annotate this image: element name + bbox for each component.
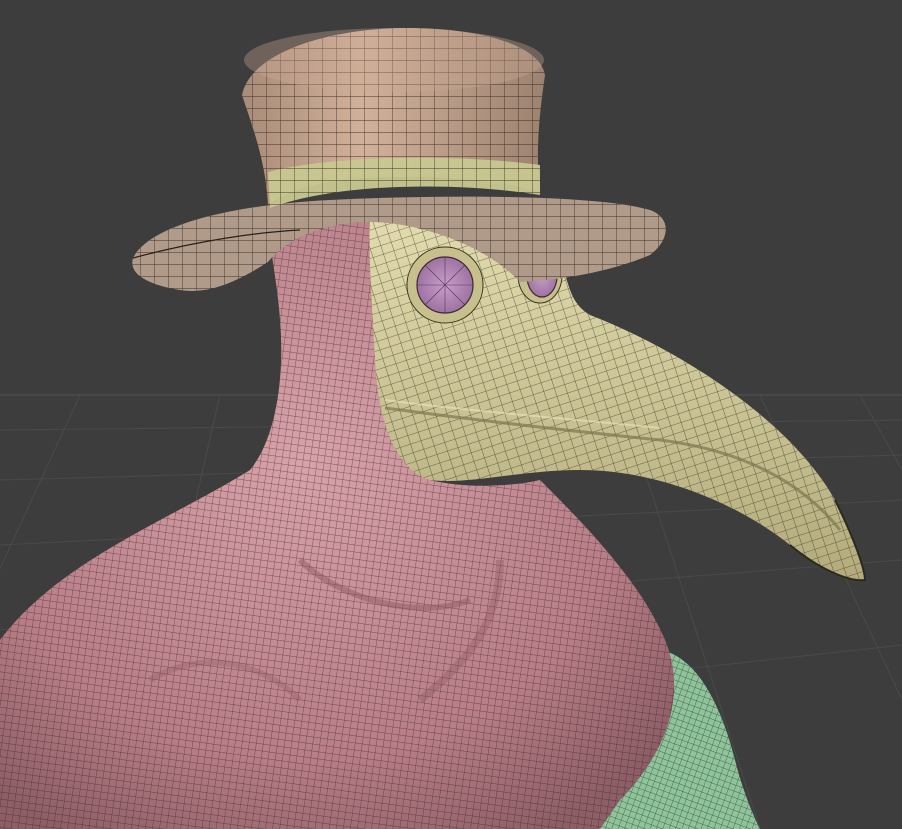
3d-viewport[interactable] — [0, 0, 902, 829]
top-hat-mesh — [242, 27, 545, 208]
eye-lens-left — [406, 246, 484, 324]
